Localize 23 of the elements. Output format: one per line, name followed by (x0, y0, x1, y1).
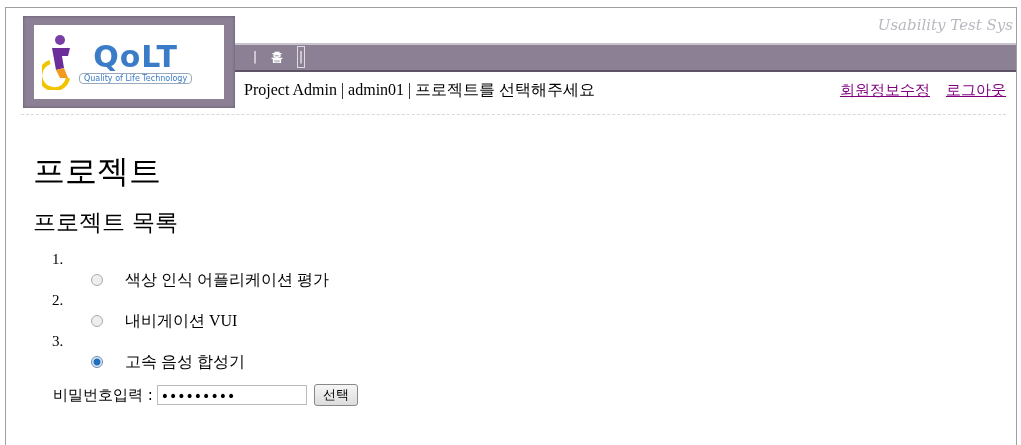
home-link[interactable]: 홈 (271, 47, 284, 68)
password-label: 비밀번호입력 : (53, 385, 153, 405)
edit-profile-link[interactable]: 회원정보수정 (840, 80, 930, 100)
nav-separator: | (297, 46, 306, 69)
radio-button[interactable] (91, 356, 103, 368)
list-number: 2. (52, 292, 65, 309)
radio-button[interactable] (91, 315, 103, 327)
user-info: Project Admin | admin01 | 프로젝트를 선택해주세요 (244, 79, 596, 101)
nav-separator: | (253, 49, 258, 67)
logout-link[interactable]: 로그아웃 (946, 80, 1006, 100)
logo-tagline: Quality of Life Technology (79, 72, 193, 84)
password-field[interactable]: ••••••••• (156, 385, 307, 405)
list-number: 3. (52, 333, 65, 350)
select-button[interactable]: 선택 (313, 384, 358, 406)
system-title: Usability Test Sys (877, 16, 1013, 34)
page-title: 프로젝트 (33, 151, 162, 192)
project-name: 내비게이션 VUI (125, 310, 238, 331)
logo-wordmark: QoLT (93, 40, 178, 73)
section-title: 프로젝트 목록 (33, 208, 180, 237)
project-name: 색상 인식 어플리케이션 평가 (125, 269, 329, 290)
project-name: 고속 음성 합성기 (125, 351, 245, 372)
radio-button[interactable] (91, 274, 103, 286)
list-number: 1. (52, 251, 65, 268)
